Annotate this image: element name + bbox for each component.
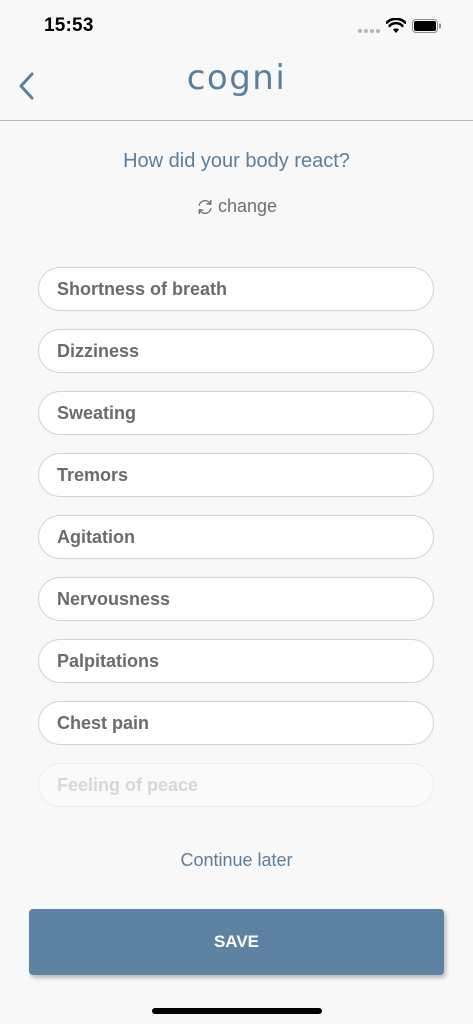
change-button[interactable]: change: [0, 196, 473, 217]
app-logo: cogni: [186, 58, 287, 98]
status-time: 15:53: [44, 15, 94, 36]
question-title: How did your body react?: [123, 150, 350, 172]
option-nervousness[interactable]: Nervousness: [38, 577, 434, 621]
symptom-options-list: Shortness of breath Dizziness Sweating T…: [38, 267, 434, 825]
status-bar: 15:53: [0, 0, 473, 50]
refresh-icon: [198, 199, 212, 214]
save-button[interactable]: SAVE: [29, 909, 444, 975]
cellular-signal-icon: [358, 29, 380, 33]
change-label: change: [217, 196, 278, 216]
option-agitation[interactable]: Agitation: [38, 515, 434, 559]
battery-icon: [412, 19, 441, 33]
option-dizziness[interactable]: Dizziness: [38, 329, 434, 373]
option-tremors[interactable]: Tremors: [38, 453, 434, 497]
option-shortness-of-breath[interactable]: Shortness of breath: [38, 267, 434, 311]
option-feeling-of-peace[interactable]: Feeling of peace: [38, 763, 434, 807]
wifi-icon: [386, 18, 406, 33]
option-palpitations[interactable]: Palpitations: [38, 639, 434, 683]
nav-bar: cogni: [0, 50, 473, 121]
home-indicator: [152, 1008, 322, 1014]
continue-later-link[interactable]: Continue later: [0, 850, 473, 871]
option-chest-pain[interactable]: Chest pain: [38, 701, 434, 745]
option-sweating[interactable]: Sweating: [38, 391, 434, 435]
